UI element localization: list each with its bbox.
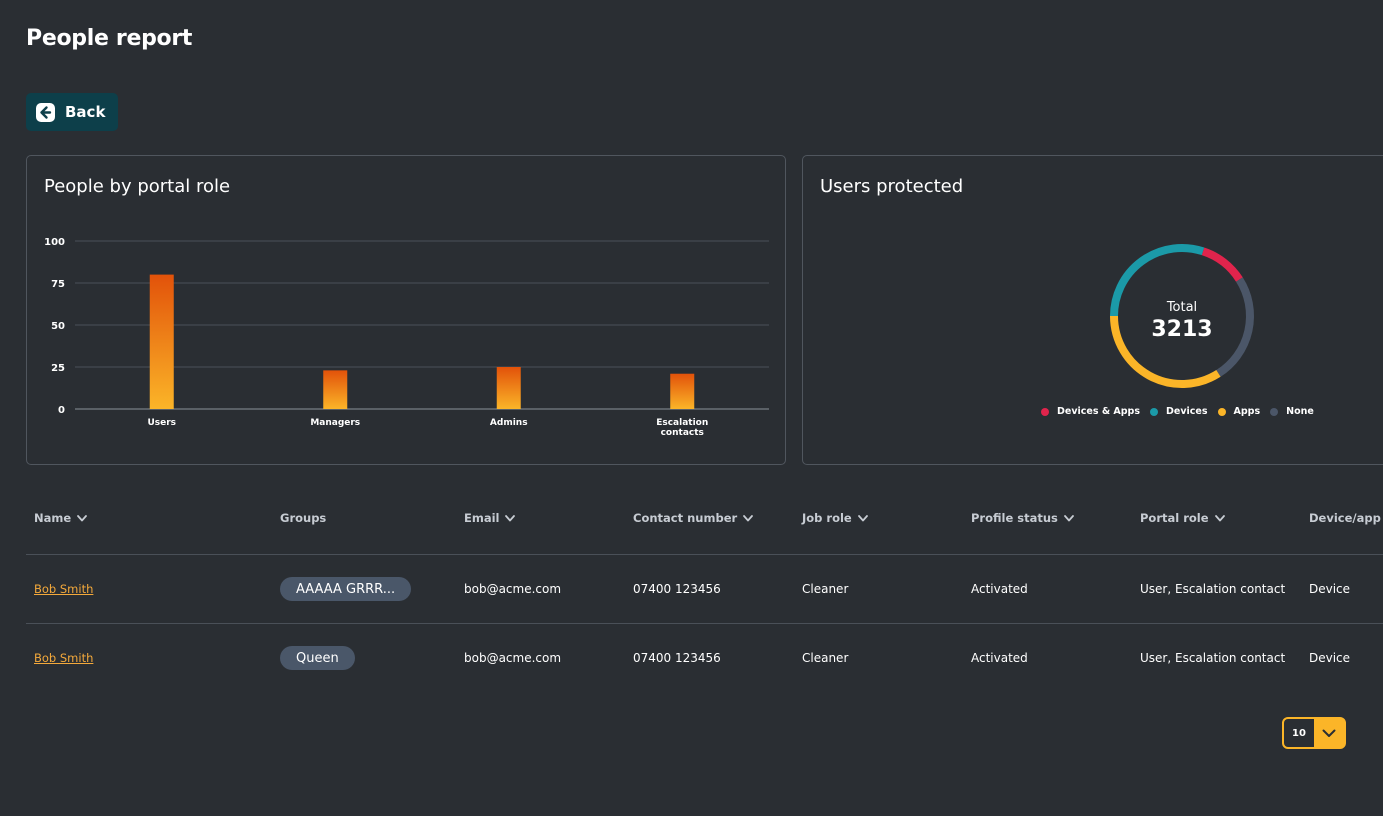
cell-email: bob@acme.com <box>464 651 562 665</box>
legend-dot <box>1217 407 1226 416</box>
column-header-label: Job role <box>802 511 852 525</box>
cell-job-role: Cleaner <box>802 651 849 665</box>
cell-profile-status: Activated <box>971 651 1028 665</box>
bar-admins[interactable] <box>496 367 521 409</box>
legend-item: None <box>1270 406 1314 417</box>
sort-chevron-icon <box>857 514 868 521</box>
column-header-label: Contact number <box>633 511 738 525</box>
column-header-profile-status[interactable]: Profile status <box>971 511 1074 525</box>
people-table: Name Groups Email Contact number Job role Pro… <box>26 490 1383 693</box>
y-tick-label: 25 <box>51 363 65 374</box>
cell-portal-role: User, Escalation contact <box>1140 651 1286 665</box>
users-protected-card: Users protected Total 3213 Devices & App… <box>802 155 1383 465</box>
legend-dot <box>1270 407 1279 416</box>
back-button[interactable]: Back <box>26 93 118 131</box>
person-name-link[interactable]: Bob Smith <box>34 651 93 665</box>
y-tick-label: 100 <box>44 237 65 248</box>
sort-chevron-icon <box>1064 514 1074 521</box>
person-name-link[interactable]: Bob Smith <box>34 582 93 596</box>
y-tick-label: 50 <box>51 321 65 332</box>
users-protected-chart: Total 3213 <box>1110 244 1254 388</box>
legend-label: Devices <box>1166 406 1208 417</box>
people-by-role-card: People by portal role 0 25 50 75 100 Users Man… <box>26 155 786 465</box>
back-button-label: Back <box>65 103 106 121</box>
x-tick-label: Users <box>147 418 176 428</box>
column-header-contact-number[interactable]: Contact number <box>633 511 754 525</box>
cell-email: bob@acme.com <box>464 582 562 596</box>
column-header-label: Device/app <box>1309 511 1381 525</box>
legend-label: None <box>1286 406 1314 417</box>
users-protected-legend: Devices & Apps Devices Apps None <box>1041 406 1314 417</box>
donut-total-label: Total <box>1166 300 1197 315</box>
x-tick-label: Admins <box>490 418 528 428</box>
cell-device-app: Device <box>1309 582 1351 596</box>
people-report-page: People report Back People by portal role… <box>0 0 1383 816</box>
bar-users[interactable] <box>149 274 174 409</box>
cell-contact: 07400 123456 <box>633 651 721 665</box>
people-by-role-chart: 0 25 50 75 100 Users Managers Admins Escalationc… <box>44 237 769 438</box>
group-pill[interactable]: AAAAA GRRR... <box>280 577 412 601</box>
column-header-email[interactable]: Email <box>464 511 516 525</box>
column-header-portal-role[interactable]: Portal role <box>1140 511 1225 525</box>
sort-chevron-icon <box>77 514 88 521</box>
sort-chevron-icon <box>1214 514 1225 521</box>
legend-label: Devices & Apps <box>1057 406 1141 417</box>
column-header-label: Portal role <box>1140 511 1209 525</box>
bar-escalation-contacts[interactable] <box>670 373 695 409</box>
table-row: Bob Smith AAAAA GRRR... bob@acme.com 07400 … <box>26 555 1383 624</box>
cell-contact: 07400 123456 <box>633 582 721 596</box>
arrow-left-icon <box>36 102 55 122</box>
legend-item: Devices <box>1150 406 1208 417</box>
cell-portal-role: User, Escalation contact <box>1140 582 1286 596</box>
cell-job-role: Cleaner <box>802 582 849 596</box>
x-tick-label: Escalation <box>656 418 708 428</box>
cell-device-app: Device <box>1309 651 1351 665</box>
donut-slice-devices-apps[interactable] <box>1201 247 1243 282</box>
y-tick-label: 0 <box>58 405 65 416</box>
legend-dot <box>1150 407 1159 416</box>
column-header-label: Groups <box>280 511 327 525</box>
table-row: Bob Smith Queen bob@acme.com 07400 123456 Cl… <box>26 624 1383 693</box>
column-header-label: Email <box>464 511 500 525</box>
sort-chevron-icon <box>505 514 516 521</box>
donut-total-value: 3213 <box>1151 317 1212 342</box>
column-header-groups: Groups <box>280 511 326 525</box>
column-header-name[interactable]: Name <box>34 511 88 525</box>
column-header-job-role[interactable]: Job role <box>802 511 868 525</box>
legend-label: Apps <box>1233 406 1261 417</box>
legend-item: Devices & Apps <box>1041 406 1140 417</box>
group-pill[interactable]: Queen <box>280 646 355 670</box>
legend-dot <box>1041 407 1049 416</box>
column-header-label: Profile status <box>971 511 1058 525</box>
column-header-device-app[interactable]: Device/app <box>1309 511 1383 525</box>
page-title: People report <box>26 26 193 51</box>
bar-managers[interactable] <box>323 370 348 409</box>
column-header-label: Name <box>34 511 72 525</box>
x-tick-label: contacts <box>661 428 704 438</box>
page-size-select[interactable]: 10 <box>1282 717 1346 749</box>
cell-profile-status: Activated <box>971 582 1028 596</box>
sort-chevron-icon <box>743 514 754 521</box>
page-size-value: 10 <box>1284 719 1314 747</box>
donut-slice-none[interactable] <box>1216 277 1254 377</box>
table-header: Name Groups Email Contact number Job role Pro… <box>26 490 1383 555</box>
y-tick-label: 75 <box>51 279 65 290</box>
chevron-down-icon <box>1322 729 1336 737</box>
x-tick-label: Managers <box>310 418 360 428</box>
table-body: Bob Smith AAAAA GRRR... bob@acme.com 07400 … <box>26 555 1383 693</box>
legend-item: Apps <box>1217 406 1261 417</box>
page-size-dropdown-button[interactable] <box>1314 719 1344 747</box>
